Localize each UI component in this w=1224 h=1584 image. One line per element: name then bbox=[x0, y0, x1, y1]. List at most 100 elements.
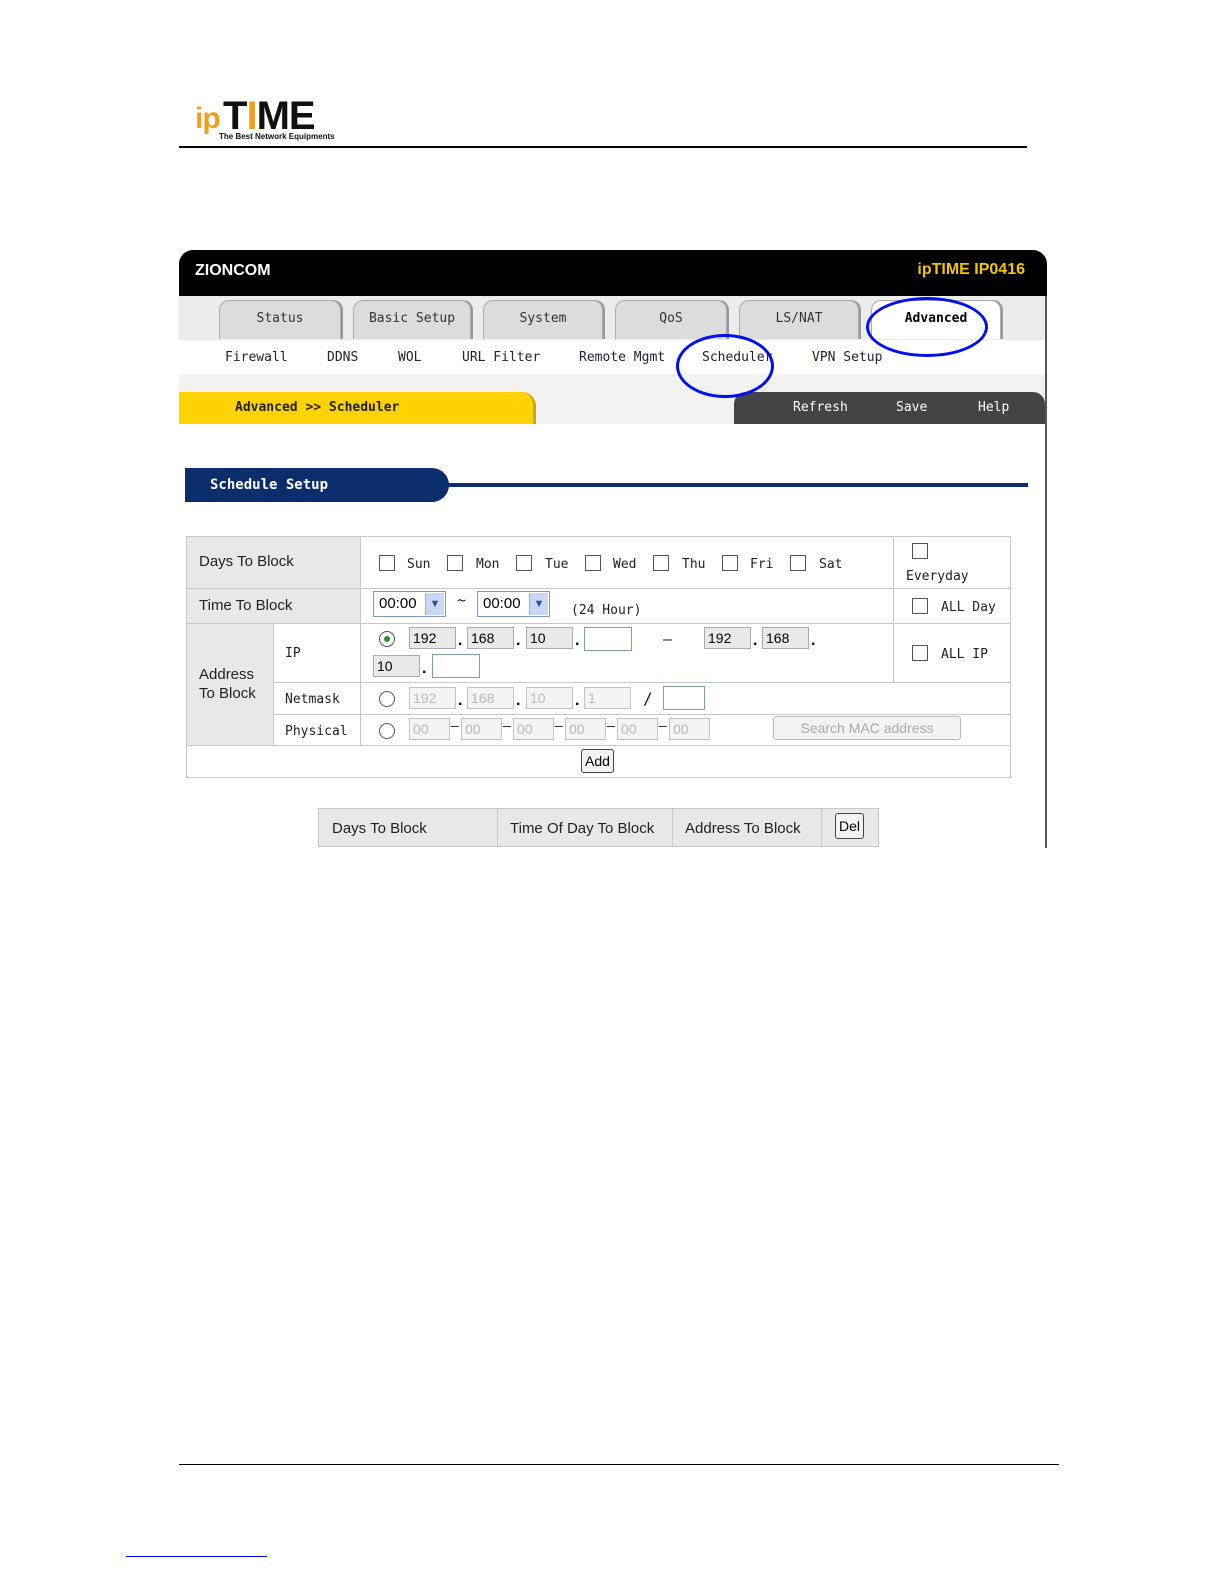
subnav-firewall[interactable]: Firewall bbox=[225, 350, 288, 365]
chevron-down-icon: ▼ bbox=[529, 593, 548, 615]
ip-start-octet-2[interactable]: 168 bbox=[467, 627, 514, 649]
time-from-value: 00:00 bbox=[379, 595, 417, 612]
subnav-ddns[interactable]: DDNS bbox=[327, 350, 358, 365]
time-to-select[interactable]: 00:00 ▼ bbox=[477, 591, 550, 617]
time-label-cell: Time To Block bbox=[186, 588, 361, 624]
checkbox-tue[interactable] bbox=[516, 555, 532, 571]
time-separator: ~ bbox=[457, 591, 467, 609]
tab-status[interactable]: Status bbox=[219, 300, 341, 339]
section-rule bbox=[447, 483, 1028, 487]
label-all-ip: ALL IP bbox=[941, 647, 988, 662]
ip-start-octet-1[interactable]: 192 bbox=[409, 627, 456, 649]
mac-dash: – bbox=[555, 719, 563, 734]
subnav-vpn-setup[interactable]: VPN Setup bbox=[812, 350, 882, 365]
footer-rule bbox=[179, 1464, 1059, 1465]
dot-separator: . bbox=[575, 632, 580, 649]
del-button[interactable]: Del bbox=[835, 813, 864, 839]
mac-octet-3[interactable]: 00 bbox=[513, 718, 554, 740]
ip-end-octet-2[interactable]: 168 bbox=[762, 627, 809, 649]
ip-range-dash: – bbox=[663, 630, 673, 648]
checkbox-all-ip[interactable] bbox=[912, 645, 928, 661]
netmask-label-cell: Netmask bbox=[273, 682, 361, 715]
help-button[interactable]: Help bbox=[978, 400, 1009, 415]
dot-separator: . bbox=[422, 660, 427, 677]
radio-physical[interactable] bbox=[379, 723, 395, 739]
tab-qos[interactable]: QoS bbox=[615, 300, 727, 339]
label-sun: Sun bbox=[407, 557, 431, 572]
header-rule bbox=[179, 146, 1027, 148]
address-label-line1: Address bbox=[199, 666, 255, 683]
section-title: Schedule Setup bbox=[210, 477, 329, 493]
dot-separator: . bbox=[458, 632, 463, 649]
search-mac-button[interactable]: Search MAC address bbox=[773, 716, 961, 740]
tab-basic-setup[interactable]: Basic Setup bbox=[353, 300, 471, 339]
checkbox-mon[interactable] bbox=[447, 555, 463, 571]
mac-octet-1[interactable]: 00 bbox=[409, 718, 450, 740]
refresh-button[interactable]: Refresh bbox=[793, 400, 848, 415]
header-address: Address To Block bbox=[672, 808, 822, 847]
ip-label-cell: IP bbox=[273, 623, 361, 683]
dot-separator: . bbox=[458, 692, 463, 709]
dot-separator: . bbox=[753, 632, 758, 649]
checkbox-all-day[interactable] bbox=[912, 598, 928, 614]
section-header: Schedule Setup bbox=[185, 468, 449, 502]
mac-octet-2[interactable]: 00 bbox=[461, 718, 502, 740]
annotation-circle-scheduler bbox=[676, 334, 774, 398]
netmask-octet-4[interactable]: 1 bbox=[584, 687, 631, 709]
days-label: Days To Block bbox=[199, 553, 294, 570]
label-mon: Mon bbox=[476, 557, 500, 572]
subnav-url-filter[interactable]: URL Filter bbox=[462, 350, 540, 365]
header-days-text: Days To Block bbox=[332, 820, 427, 837]
ip-end-octet-3[interactable]: 10 bbox=[373, 655, 420, 677]
ip-start-octet-3[interactable]: 10 bbox=[526, 627, 573, 649]
label-thu: Thu bbox=[682, 557, 706, 572]
tab-system[interactable]: System bbox=[483, 300, 603, 339]
model-name: ipTIME IP0416 bbox=[917, 261, 1025, 278]
netmask-bits-input[interactable] bbox=[663, 686, 705, 710]
mac-octet-5[interactable]: 00 bbox=[617, 718, 658, 740]
time-to-value: 00:00 bbox=[483, 595, 521, 612]
ip-start-octet-4[interactable] bbox=[584, 627, 632, 651]
action-bar: Refresh Save Help bbox=[734, 392, 1045, 424]
mac-dash: – bbox=[451, 719, 459, 734]
ip-end-octet-1[interactable]: 192 bbox=[704, 627, 751, 649]
chevron-down-icon: ▼ bbox=[425, 593, 444, 615]
label-wed: Wed bbox=[613, 557, 637, 572]
checkbox-sun[interactable] bbox=[379, 555, 395, 571]
netmask-label: Netmask bbox=[285, 692, 340, 707]
ip-end-octet-4[interactable] bbox=[432, 654, 480, 678]
subnav-remote-mgmt[interactable]: Remote Mgmt bbox=[579, 350, 665, 365]
checkbox-wed[interactable] bbox=[585, 555, 601, 571]
checkbox-sat[interactable] bbox=[790, 555, 806, 571]
header-time-text: Time Of Day To Block bbox=[510, 820, 655, 837]
radio-ip[interactable] bbox=[379, 631, 395, 647]
breadcrumb-text: Advanced >> Scheduler bbox=[235, 400, 400, 415]
header-address-text: Address To Block bbox=[685, 820, 801, 837]
dot-separator: . bbox=[516, 692, 521, 709]
checkbox-fri[interactable] bbox=[722, 555, 738, 571]
netmask-octet-3[interactable]: 10 bbox=[526, 687, 573, 709]
iptime-logo: ip TIME The Best Network Equipments bbox=[195, 94, 355, 144]
time-from-select[interactable]: 00:00 ▼ bbox=[373, 591, 446, 617]
subnav-wol[interactable]: WOL bbox=[398, 350, 421, 365]
address-label-line2: To Block bbox=[199, 685, 256, 702]
physical-label-cell: Physical bbox=[273, 714, 361, 746]
checkbox-thu[interactable] bbox=[653, 555, 669, 571]
add-button[interactable]: Add bbox=[581, 749, 614, 773]
label-fri: Fri bbox=[750, 557, 774, 572]
mac-octet-4[interactable]: 00 bbox=[565, 718, 606, 740]
ip-label: IP bbox=[285, 646, 301, 661]
label-sat: Sat bbox=[819, 557, 843, 572]
checkbox-everyday[interactable] bbox=[912, 543, 928, 559]
mac-octet-6[interactable]: 00 bbox=[669, 718, 710, 740]
netmask-octet-1[interactable]: 192 bbox=[409, 687, 456, 709]
breadcrumb-bar: Advanced >> Scheduler Refresh Save Help bbox=[179, 374, 1047, 424]
label-all-day: ALL Day bbox=[941, 600, 996, 615]
mac-dash: – bbox=[659, 719, 667, 734]
breadcrumb: Advanced >> Scheduler bbox=[179, 392, 536, 424]
tab-ls-nat[interactable]: LS/NAT bbox=[739, 300, 859, 339]
footer-link-underline[interactable] bbox=[126, 1556, 267, 1557]
radio-netmask[interactable] bbox=[379, 691, 395, 707]
netmask-octet-2[interactable]: 168 bbox=[467, 687, 514, 709]
save-button[interactable]: Save bbox=[896, 400, 927, 415]
